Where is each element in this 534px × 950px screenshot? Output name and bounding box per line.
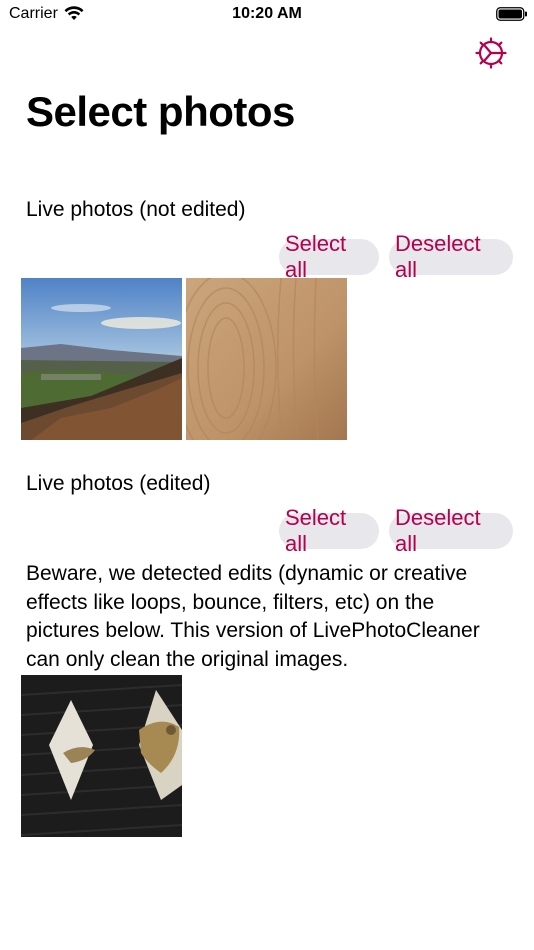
section-label-edited: Live photos (edited) [26,472,211,495]
select-all-button-edited[interactable]: Select all [279,505,379,556]
select-all-button[interactable]: Select all [279,231,379,282]
page-title: Select photos [26,88,295,135]
deselect-all-button[interactable]: Deselect all [389,231,513,282]
screen: Carrier 10:20 AM Select photos Live phot… [0,0,534,950]
battery-icon [496,6,528,22]
status-bar: Carrier 10:20 AM [0,0,534,30]
status-time: 10:20 AM [232,5,302,22]
settings-icon [474,36,508,75]
deselect-all-button-edited[interactable]: Deselect all [389,505,513,556]
photo-thumbnail-landscape[interactable] [21,278,182,440]
settings-button[interactable] [472,36,510,74]
photo-thumbnail-wood[interactable] [186,278,347,440]
photo-thumbnail-knit[interactable] [21,675,182,837]
edits-warning-text: Beware, we detected edits (dynamic or cr… [26,562,480,671]
section-label-not-edited: Live photos (not edited) [26,198,246,221]
